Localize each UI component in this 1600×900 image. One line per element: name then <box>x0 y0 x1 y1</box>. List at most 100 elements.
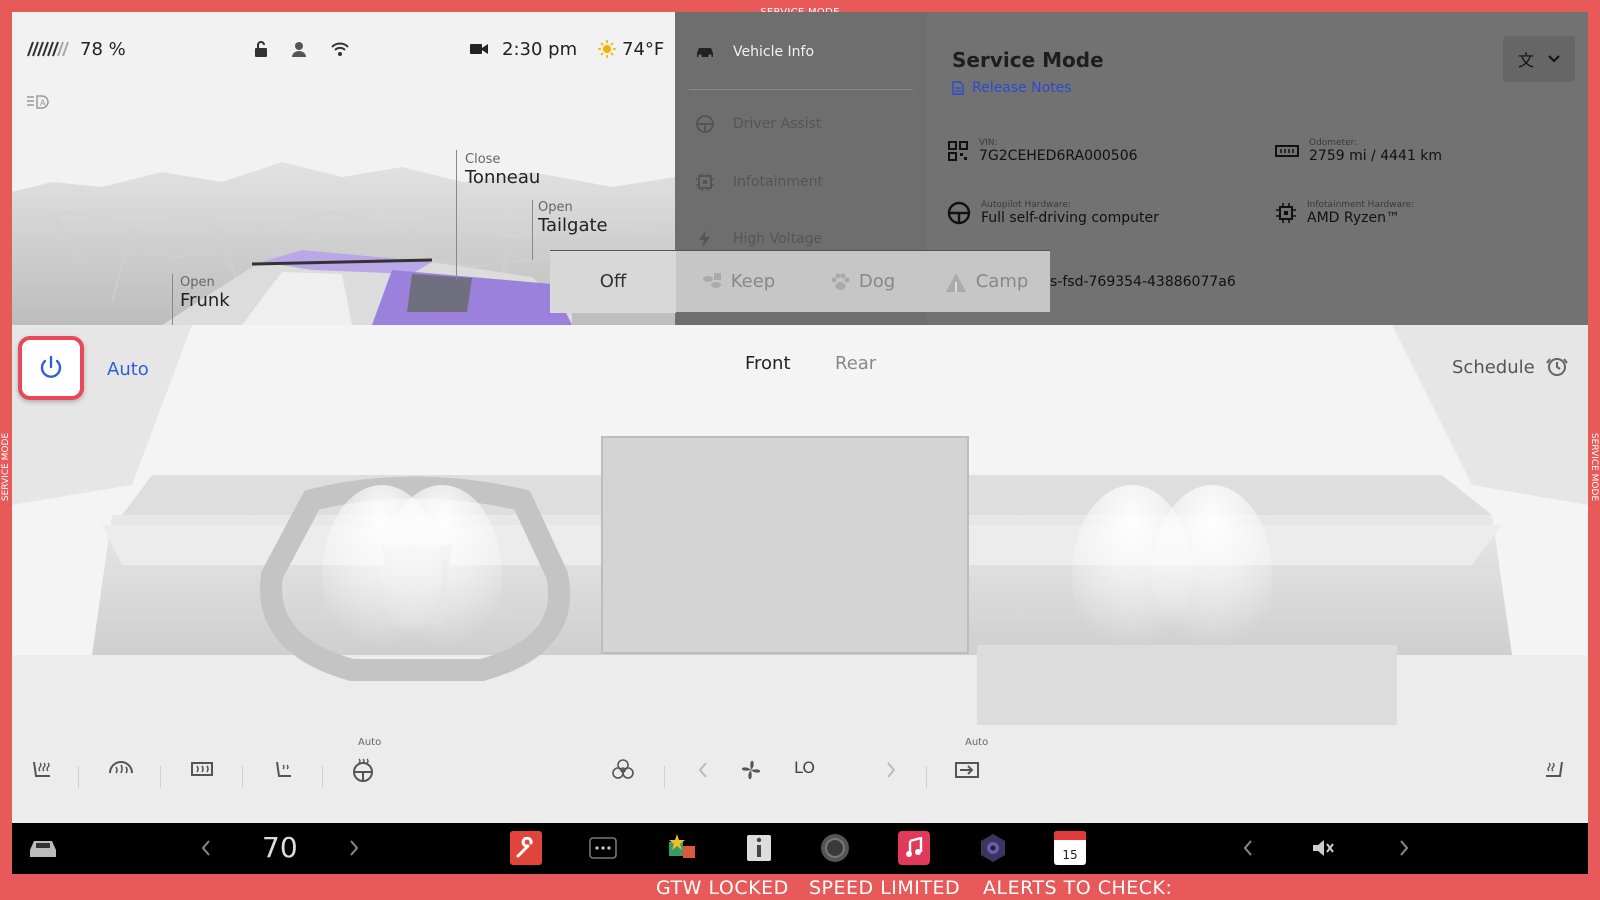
tailgate-label: Tailgate <box>538 215 608 236</box>
autopilot-hardware-info: Autopilot Hardware: Full self-driving com… <box>947 200 1159 226</box>
menu-item-high-voltage[interactable]: High Voltage <box>695 229 822 249</box>
auto-headlights-icon[interactable]: A <box>26 94 54 114</box>
infotainment-value: AMD Ryzen™ <box>1307 210 1400 226</box>
car-icon <box>697 48 713 58</box>
battery-indicator: 78 % <box>26 36 126 62</box>
fan-decrease-chevron-icon[interactable] <box>688 756 718 784</box>
frunk-callout-line <box>172 274 173 325</box>
alert-alerts-to-check: ALERTS TO CHECK: <box>983 877 1173 899</box>
mode-camp[interactable]: Camp <box>924 251 1048 313</box>
chevron-down-icon <box>1548 55 1560 63</box>
manual-info-icon[interactable] <box>744 831 774 865</box>
front-defrost-icon[interactable] <box>106 756 136 784</box>
music-app-icon[interactable] <box>898 831 930 865</box>
mode-dog-label: Dog <box>858 271 896 292</box>
paw-icon <box>831 273 850 290</box>
tailgate-control[interactable]: Open Tailgate <box>538 200 608 236</box>
fan-increase-chevron-icon[interactable] <box>876 756 906 784</box>
autopilot-label: Autopilot Hardware: <box>981 200 1071 210</box>
vin-label: VIN: <box>979 138 998 148</box>
release-notes-link[interactable]: Release Notes <box>952 80 1072 96</box>
tonneau-callout-line <box>456 150 457 280</box>
fan-speed-icon <box>736 756 766 784</box>
service-mode-title: Service Mode <box>952 48 1104 72</box>
mode-off[interactable]: Off <box>550 250 676 313</box>
menu-item-vehicle-info[interactable]: Vehicle Info <box>695 44 814 60</box>
tailgate-callout-line <box>532 200 533 260</box>
power-icon <box>40 355 62 378</box>
camera-app-icon[interactable] <box>976 831 1010 865</box>
control-divider <box>242 766 243 788</box>
chip-icon <box>1276 203 1296 223</box>
menu-label-vehicle-info: Vehicle Info <box>733 44 815 60</box>
fan-level-value: LO <box>794 758 815 777</box>
wifi-icon[interactable] <box>330 36 350 62</box>
calendar-app-icon[interactable]: 15 <box>1054 831 1086 865</box>
steering-wheel-heat-icon[interactable] <box>348 756 378 784</box>
service-mode-label-right: SERVICE MODE <box>1588 432 1599 502</box>
car-controls-icon[interactable] <box>26 831 60 865</box>
lightning-icon <box>699 230 710 248</box>
driver-seat-heat-icon[interactable] <box>26 756 56 784</box>
odometer-info: Odometer: 2759 mi / 4441 km <box>1275 138 1442 164</box>
tonneau-control[interactable]: Close Tonneau <box>465 152 540 188</box>
climate-panel: Auto Front Rear Schedule Auto LO Auto <box>12 325 1588 823</box>
theater-app-icon[interactable] <box>818 831 852 865</box>
schedule-button[interactable]: Schedule <box>1452 355 1569 379</box>
frunk-control[interactable]: Open Frunk <box>180 275 230 311</box>
toybox-app-icon[interactable] <box>666 831 700 865</box>
vin-info: VIN: 7G2CEHED6RA000506 <box>947 138 1138 164</box>
tent-icon <box>945 272 966 292</box>
volume-increase-chevron-icon[interactable] <box>1394 831 1414 865</box>
chip-icon <box>696 173 714 191</box>
service-mode-label-left: SERVICE MODE <box>1 432 12 502</box>
air-recirculation-icon[interactable] <box>952 756 982 784</box>
tab-rear[interactable]: Rear <box>835 353 876 374</box>
alert-speed-limited: SPEED LIMITED <box>809 877 961 899</box>
control-divider <box>78 766 79 788</box>
more-apps-icon[interactable] <box>588 831 618 865</box>
tonneau-action: Close <box>465 152 501 167</box>
climate-power-button[interactable] <box>18 336 84 400</box>
bioweapon-defense-icon[interactable] <box>608 756 638 784</box>
document-icon <box>952 81 964 95</box>
menu-label-high-voltage: High Voltage <box>733 231 823 247</box>
mode-off-label: Off <box>599 271 627 292</box>
schedule-label: Schedule <box>1452 356 1535 378</box>
volume-mute-icon[interactable] <box>1310 831 1336 865</box>
profile-icon[interactable] <box>290 36 308 62</box>
mode-camp-label: Camp <box>975 271 1029 292</box>
odometer-icon <box>1275 145 1299 157</box>
battery-percent: 78 % <box>80 38 126 60</box>
dashcam-icon[interactable] <box>470 36 488 62</box>
volume-decrease-chevron-icon[interactable] <box>1238 831 1258 865</box>
seat-heat-icon[interactable] <box>268 756 298 784</box>
alert-gtw-locked: GTW LOCKED <box>656 877 789 899</box>
steering-wheel-icon <box>947 201 971 225</box>
steering-heat-auto-label: Auto <box>358 737 382 748</box>
sun-icon <box>598 36 616 62</box>
menu-label-infotainment: Infotainment <box>733 174 823 190</box>
mode-keep[interactable]: Keep <box>676 251 800 313</box>
vin-value: 7G2CEHED6RA000506 <box>979 148 1138 164</box>
climate-auto-button[interactable]: Auto <box>107 359 149 380</box>
passenger-seat-heat-icon[interactable] <box>1540 756 1570 784</box>
menu-divider <box>689 89 913 90</box>
mode-dog[interactable]: Dog <box>800 251 924 313</box>
tonneau-label: Tonneau <box>465 167 541 188</box>
language-selector[interactable]: 文 <box>1503 36 1575 82</box>
rear-defrost-icon[interactable] <box>187 756 217 784</box>
temp-decrease-chevron-icon[interactable] <box>196 831 216 865</box>
tailgate-action: Open <box>538 200 573 215</box>
service-wrench-icon[interactable] <box>510 831 542 865</box>
firmware-version-text: s-fsd-769354-43886077a6 <box>1050 274 1236 290</box>
tab-front[interactable]: Front <box>745 353 791 374</box>
menu-item-driver-assist[interactable]: Driver Assist <box>695 114 821 134</box>
autopilot-value: Full self-driving computer <box>981 210 1159 226</box>
lock-icon[interactable] <box>252 36 270 62</box>
menu-label-driver-assist: Driver Assist <box>733 116 822 132</box>
menu-item-infotainment[interactable]: Infotainment <box>695 172 823 192</box>
outside-temperature: 74°F <box>622 38 665 60</box>
battery-icon <box>27 41 69 57</box>
temp-increase-chevron-icon[interactable] <box>344 831 364 865</box>
